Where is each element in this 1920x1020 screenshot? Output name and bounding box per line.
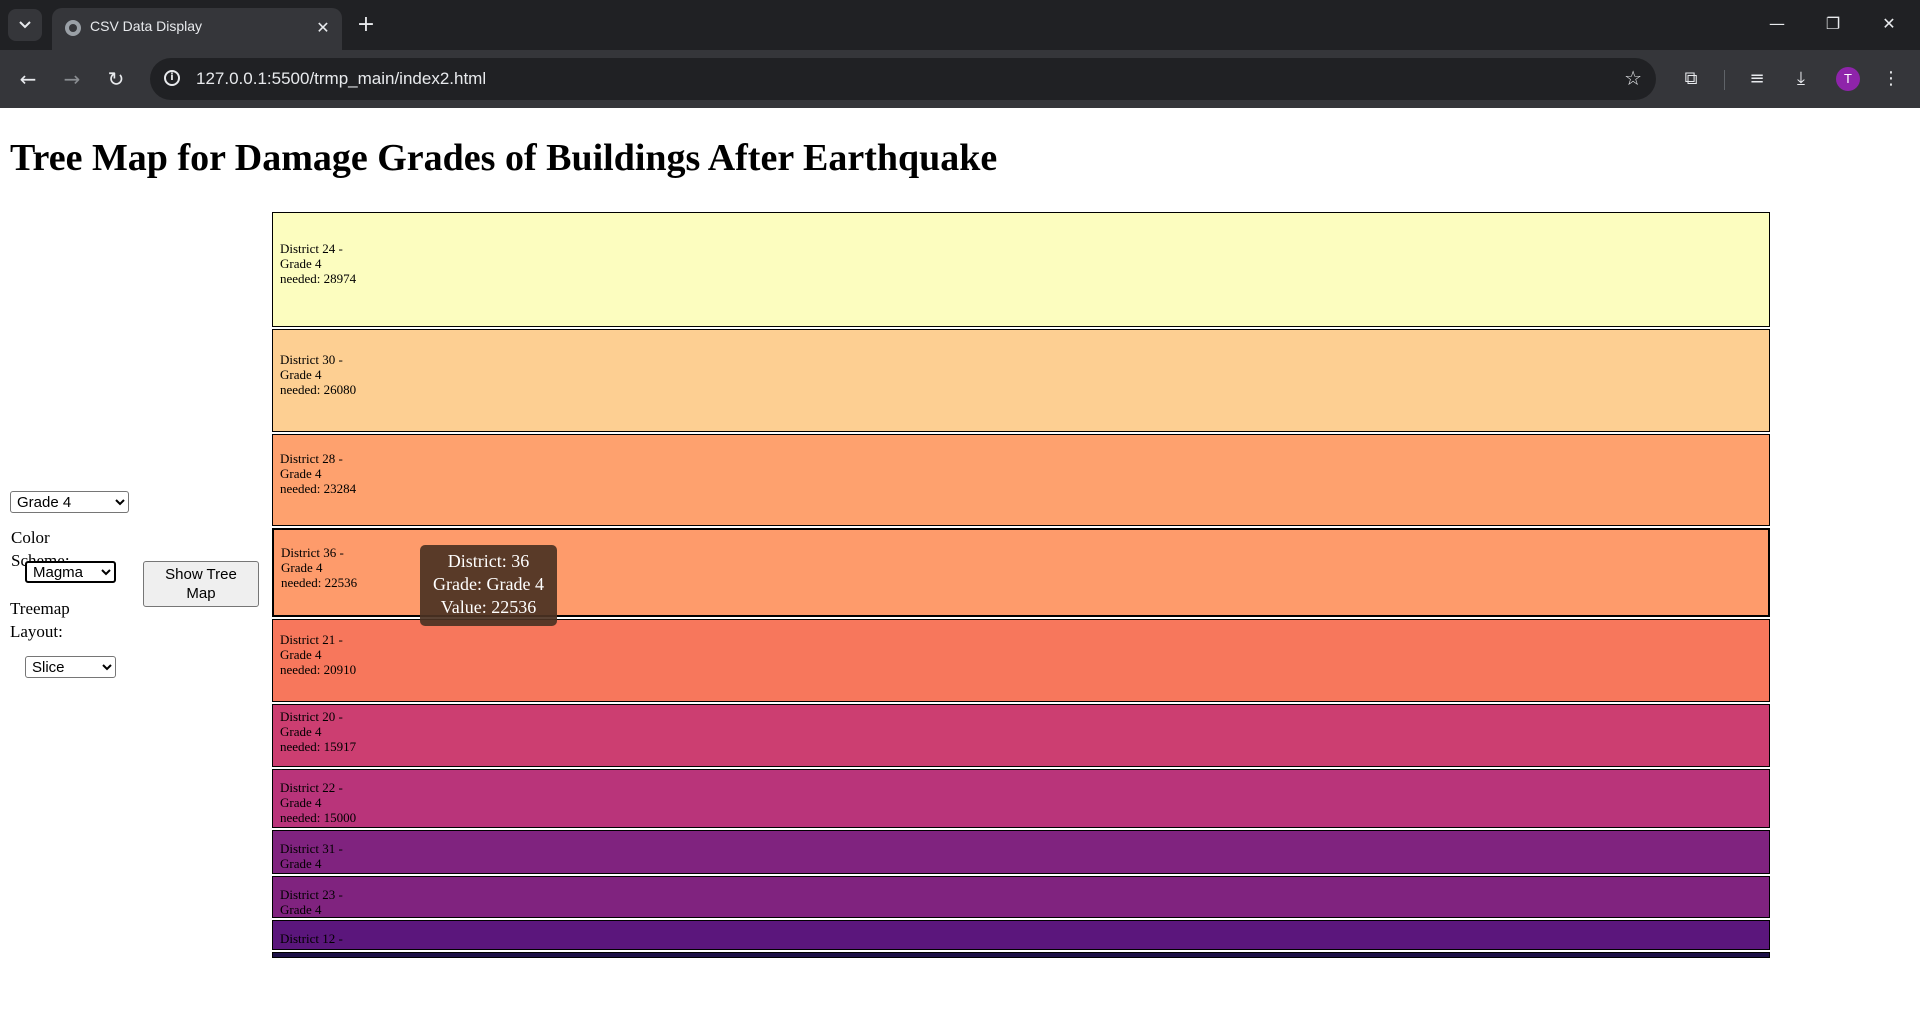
treemap-cell-label-line2: Grade 4 xyxy=(280,647,322,662)
treemap-cell-label-line1: District 31 - xyxy=(280,841,343,856)
page-title: Tree Map for Damage Grades of Buildings … xyxy=(10,137,998,179)
tooltip-grade: Grade: Grade 4 xyxy=(433,574,544,594)
close-window-button[interactable]: ✕ xyxy=(1866,6,1912,42)
show-tree-map-button[interactable]: Show Tree Map xyxy=(143,561,259,607)
treemap-cell[interactable]: District 28 - Grade 4 needed: 23284 xyxy=(272,434,1770,526)
treemap-cell-label-line2: Grade 4 xyxy=(280,367,322,382)
forward-arrow-icon[interactable]: → xyxy=(56,63,88,95)
treemap-cell-label-line2: Grade 4 xyxy=(281,560,323,575)
treemap-cell-label: District 24 - Grade 4 needed: 28974 xyxy=(280,241,356,286)
treemap-cell-label-line1: District 22 - xyxy=(280,780,343,795)
treemap-cell-label-line3: needed: 28974 xyxy=(280,271,357,286)
address-bar[interactable]: i 127.0.0.1:5500/trmp_main/index2.html ☆ xyxy=(150,58,1656,100)
new-tab-button[interactable]: + xyxy=(352,12,380,40)
treemap-cell[interactable]: District 23 - Grade 4 xyxy=(272,876,1770,918)
restore-button[interactable]: ❐ xyxy=(1810,6,1856,42)
browser-tab[interactable]: CSV Data Display ✕ xyxy=(52,8,342,50)
treemap-cell[interactable]: District 24 - Grade 4 needed: 28974 xyxy=(272,212,1770,327)
treemap-cell[interactable]: District 31 - Grade 4 xyxy=(272,830,1770,874)
chevron-down-icon xyxy=(19,21,31,29)
treemap-cell-label-line3: needed: 20910 xyxy=(280,662,357,677)
treemap-cell[interactable]: District 30 - Grade 4 needed: 26080 xyxy=(272,329,1770,432)
treemap-cell-label-line3: needed: 15000 xyxy=(280,810,357,825)
treemap-layout-label-line1: Treemap xyxy=(10,599,70,618)
treemap-cell-label-line1: District 12 - xyxy=(280,931,343,946)
treemap-cell-label-line1: District 20 - xyxy=(280,709,343,724)
treemap-cell-label-line2: Grade 4 xyxy=(280,256,322,271)
download-icon[interactable]: ⤓ xyxy=(1786,64,1816,94)
layout-select[interactable]: Slice xyxy=(25,656,116,678)
treemap-cell-label: District 12 - xyxy=(280,931,343,946)
treemap-cell[interactable] xyxy=(272,952,1770,958)
treemap-cell-label: District 30 - Grade 4 needed: 26080 xyxy=(280,352,356,397)
treemap-cell-label: District 31 - Grade 4 xyxy=(280,841,343,871)
treemap-cell-label-line2: Grade 4 xyxy=(280,795,322,810)
treemap-tooltip: District: 36 Grade: Grade 4 Value: 22536 xyxy=(420,545,557,626)
globe-icon xyxy=(65,20,81,36)
browser-toolbar: ← → ↻ i 127.0.0.1:5500/trmp_main/index2.… xyxy=(0,50,1920,108)
tooltip-district: District: 36 xyxy=(447,551,530,571)
treemap-cell[interactable]: District 20 - Grade 4 needed: 15917 xyxy=(272,704,1770,767)
treemap-cell-label-line2: Grade 4 xyxy=(280,466,322,481)
treemap-cell-label-line2: Grade 4 xyxy=(280,724,322,739)
tab-title: CSV Data Display xyxy=(90,18,203,34)
treemap-cell-label: District 23 - Grade 4 xyxy=(280,887,343,917)
close-tab-icon[interactable]: ✕ xyxy=(312,17,334,39)
url-text[interactable]: 127.0.0.1:5500/trmp_main/index2.html xyxy=(196,69,486,89)
treemap-cell-label-line1: District 28 - xyxy=(280,451,343,466)
treemap-cell-label-line1: District 30 - xyxy=(280,352,343,367)
profile-avatar[interactable]: T xyxy=(1836,67,1860,91)
grade-select[interactable]: Grade 4 xyxy=(10,491,129,513)
treemap-cell-label-line2: Grade 4 xyxy=(280,856,322,871)
treemap-cell[interactable]: District 22 - Grade 4 needed: 15000 xyxy=(272,769,1770,828)
treemap-cell-label-line1: District 21 - xyxy=(280,632,343,647)
treemap-cell-label: District 22 - Grade 4 needed: 15000 xyxy=(280,780,356,825)
media-control-icon[interactable]: ≡ xyxy=(1742,64,1772,94)
tab-strip: CSV Data Display ✕ + — ❐ ✕ xyxy=(0,0,1920,50)
minimize-button[interactable]: — xyxy=(1754,6,1800,42)
treemap-cell-label-line3: needed: 15917 xyxy=(280,739,357,754)
site-info-icon[interactable]: i xyxy=(164,70,180,86)
treemap-cell-label: District 28 - Grade 4 needed: 23284 xyxy=(280,451,356,496)
treemap-cell-label: District 36 - Grade 4 needed: 22536 xyxy=(281,545,357,590)
reload-icon[interactable]: ↻ xyxy=(100,63,132,95)
bookmark-star-icon[interactable]: ☆ xyxy=(1624,66,1642,90)
treemap-cell-label: District 20 - Grade 4 needed: 15917 xyxy=(280,709,356,754)
treemap-cell-label-line1: District 24 - xyxy=(280,241,343,256)
treemap-cell-label-line3: needed: 23284 xyxy=(280,481,357,496)
treemap-cell-label-line1: District 36 - xyxy=(281,545,344,560)
treemap-cell-label-line2: Grade 4 xyxy=(280,902,322,917)
toolbar-divider xyxy=(1724,70,1725,90)
color-scheme-select[interactable]: Magma xyxy=(25,561,116,583)
treemap-cell-label: District 21 - Grade 4 needed: 20910 xyxy=(280,632,356,677)
treemap-cell[interactable]: District 12 - xyxy=(272,920,1770,950)
back-arrow-icon[interactable]: ← xyxy=(12,63,44,95)
treemap-cell-label-line3: needed: 26080 xyxy=(280,382,357,397)
treemap-cell[interactable]: District 21 - Grade 4 needed: 20910 xyxy=(272,619,1770,702)
treemap-layout-label-line2: Layout: xyxy=(10,622,63,641)
treemap-cell-label-line1: District 23 - xyxy=(280,887,343,902)
menu-kebab-icon[interactable]: ⋮ xyxy=(1876,64,1906,94)
tab-search-button[interactable] xyxy=(8,9,42,41)
tooltip-value: Value: 22536 xyxy=(440,597,537,617)
treemap-cell-label-line3: needed: 22536 xyxy=(281,575,358,590)
extensions-icon[interactable]: ⧉ xyxy=(1676,64,1706,94)
